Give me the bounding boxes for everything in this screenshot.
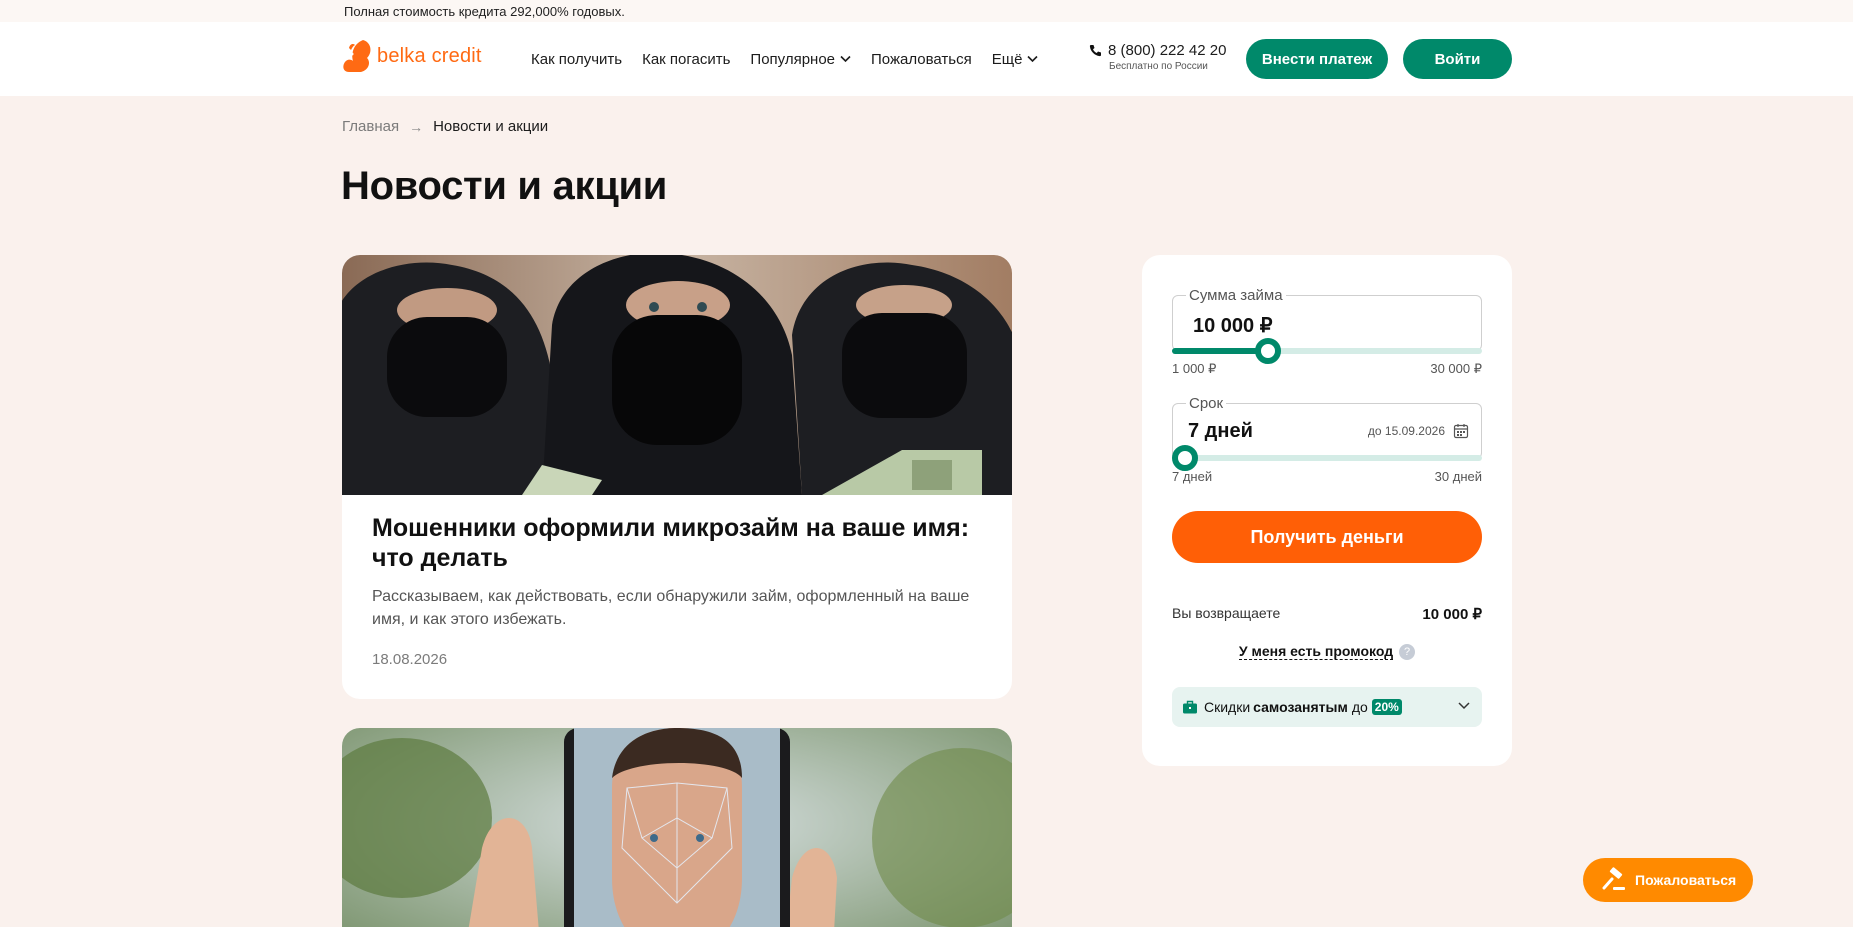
chevron-down-icon — [840, 55, 851, 63]
loan-calculator: Сумма займа 10 000 ₽ 1 000 ₽ 30 000 ₽ Ср… — [1142, 255, 1512, 766]
phone-subtitle: Бесплатно по России — [1109, 61, 1208, 72]
phone-icon — [1089, 45, 1101, 57]
phone-block[interactable]: 8 (800) 222 42 20 Бесплатно по России — [1089, 42, 1226, 72]
chevron-down-icon[interactable] — [1458, 701, 1470, 710]
self-employed-discount[interactable]: Скидки самозанятым до 20% — [1172, 687, 1482, 727]
nav-label: Ещё — [991, 50, 1023, 68]
briefcase-icon — [1183, 700, 1197, 714]
breadcrumb-home[interactable]: Главная — [342, 118, 399, 135]
range-max: 30 000 ₽ — [1430, 361, 1482, 376]
loan-term-slider[interactable] — [1172, 445, 1482, 471]
chevron-down-icon — [1027, 55, 1039, 63]
help-icon[interactable]: ? — [1399, 643, 1416, 660]
nav-how-to-get[interactable]: Как получить — [531, 51, 622, 68]
nav-label: Популярное — [750, 50, 836, 68]
complain-label: Пожаловаться — [1635, 872, 1737, 888]
page-title: Новости и акции — [341, 164, 668, 208]
cost-disclaimer: Полная стоимость кредита 292,000% годовы… — [344, 4, 625, 19]
return-amount-row: Вы возвращаете 10 000 ₽ — [1172, 605, 1482, 623]
get-money-button[interactable]: Получить деньги — [1172, 511, 1482, 563]
gavel-icon — [1602, 867, 1625, 890]
logo-text: belka credit — [377, 44, 482, 67]
range-max: 30 дней — [1434, 469, 1482, 484]
slider-handle[interactable] — [1172, 445, 1198, 471]
range-min: 7 дней — [1172, 469, 1213, 484]
main-nav: Как получить Как погасить Популярное Пож… — [531, 22, 1058, 96]
loan-amount-label: Сумма займа — [1186, 287, 1286, 304]
header: belka credit Как получить Как погасить П… — [0, 22, 1853, 96]
return-label: Вы возвращаете — [1172, 605, 1281, 621]
nav-label: Пожаловаться — [871, 50, 972, 68]
loan-due-date: до 15.09.2026 — [1367, 424, 1445, 438]
return-amount: 10 000 ₽ — [1422, 606, 1482, 623]
login-button[interactable]: Войти — [1403, 39, 1512, 79]
loan-amount-value[interactable]: 10 000 ₽ — [1193, 313, 1272, 338]
squirrel-logo-icon — [343, 40, 371, 72]
discount-text-post: до — [1351, 699, 1368, 715]
phone-number: 8 (800) 222 42 20 — [1108, 42, 1227, 59]
breadcrumb-current: Новости и акции — [433, 118, 549, 135]
nav-more[interactable]: Ещё — [992, 51, 1039, 68]
make-payment-button[interactable]: Внести платеж — [1246, 39, 1388, 79]
discount-badge: 20% — [1371, 699, 1402, 715]
article-image — [342, 255, 1012, 495]
cost-disclaimer-bar: Полная стоимость кредита 292,000% годовы… — [0, 0, 1853, 22]
breadcrumb: Главная → Новости и акции — [342, 118, 548, 135]
promo-code-link[interactable]: У меня есть промокод — [1238, 643, 1394, 660]
article-card[interactable] — [342, 728, 1012, 927]
loan-amount-field[interactable]: Сумма займа 10 000 ₽ — [1172, 287, 1482, 351]
loan-term-label: Срок — [1186, 395, 1227, 412]
article-image — [342, 728, 1012, 927]
slider-fill — [1172, 348, 1269, 354]
nav-label: Как погасить — [642, 50, 731, 68]
complain-button[interactable]: Пожаловаться — [1583, 858, 1753, 902]
range-min: 1 000 ₽ — [1172, 361, 1217, 376]
loan-term-range: 7 дней 30 дней — [1172, 469, 1482, 484]
article-title[interactable]: Мошенники оформили микрозайм на ваше имя… — [372, 513, 972, 573]
nav-complain[interactable]: Пожаловаться — [871, 51, 972, 68]
loan-term-field[interactable]: Срок 7 дней до 15.09.2026 — [1172, 395, 1482, 459]
nav-popular[interactable]: Популярное — [750, 51, 851, 68]
logo[interactable]: belka credit — [341, 36, 482, 76]
article-card[interactable]: Мошенники оформили микрозайм на ваше имя… — [342, 255, 1012, 699]
nav-how-to-repay[interactable]: Как погасить — [642, 51, 730, 68]
calendar-icon[interactable] — [1453, 423, 1469, 439]
breadcrumb-arrow-icon: → — [409, 118, 424, 135]
article-description: Рассказываем, как действовать, если обна… — [372, 588, 970, 628]
loan-term-value[interactable]: 7 дней — [1188, 420, 1253, 443]
nav-label: Как получить — [531, 50, 623, 68]
promo-row: У меня есть промокод ? — [1142, 643, 1512, 660]
loan-amount-range: 1 000 ₽ 30 000 ₽ — [1172, 361, 1482, 377]
discount-text-pre: Скидки — [1204, 699, 1251, 715]
loan-amount-slider[interactable] — [1172, 338, 1482, 364]
discount-text-bold: самозанятым — [1253, 699, 1348, 715]
article-date: 18.08.2026 — [372, 651, 448, 668]
